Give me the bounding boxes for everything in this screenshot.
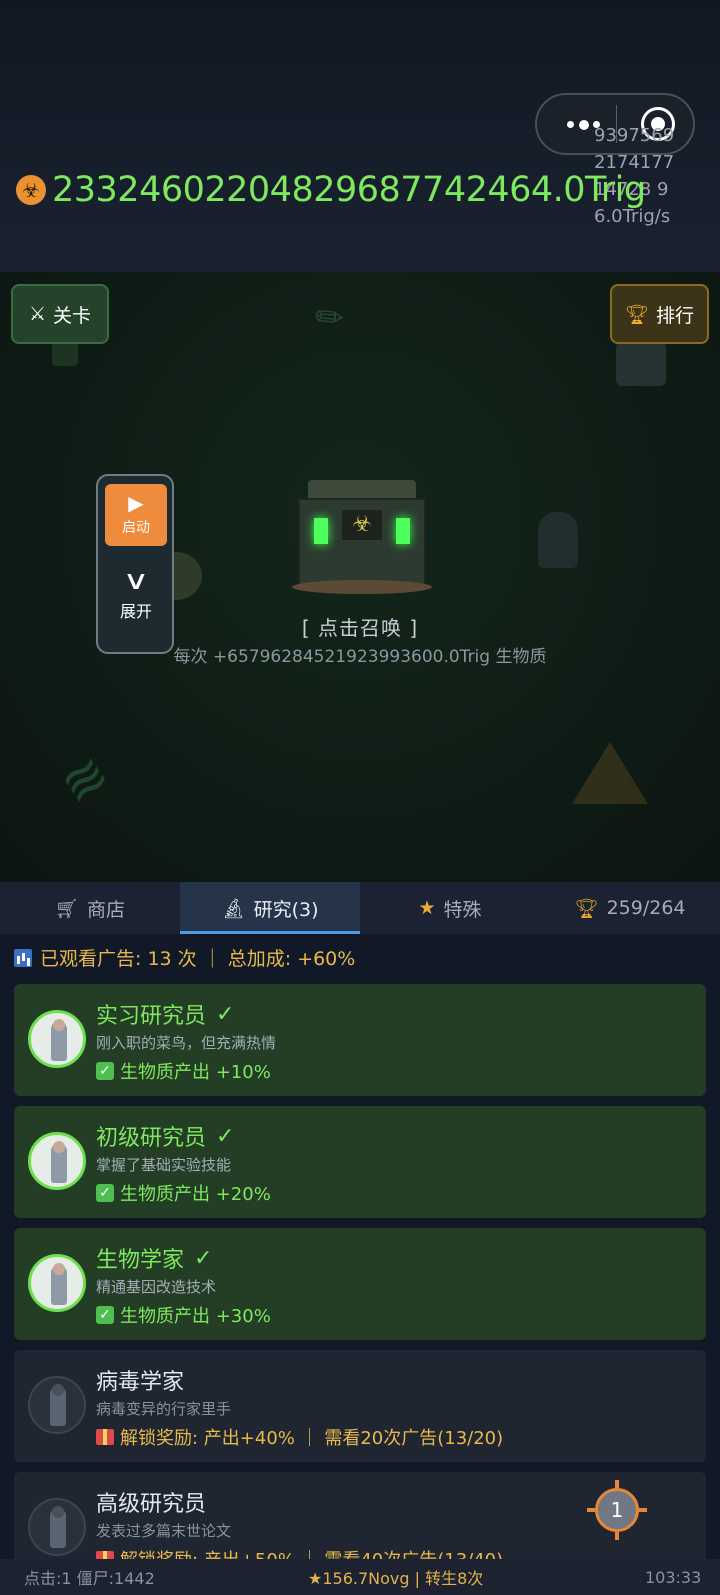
header: 9397569217417714728 96.0Trig/s ☣ 2332460… (0, 0, 720, 274)
card-bonus: ✓ 生物质产出 +20% (96, 1180, 271, 1206)
currency-row: ☣ 23324602204829687742464.0Trig (16, 168, 646, 212)
level-button[interactable]: ⚔ 关卡 (11, 284, 109, 344)
card-unlock-requirement: 解锁奖励: 产出+40% ｜ 需看20次广告(13/20) (96, 1424, 503, 1450)
card-title: 病毒学家 (96, 1370, 185, 1395)
card-bonus: ✓ 生物质产出 +30% (96, 1302, 271, 1328)
research-card[interactable]: 实习研究员 ✓ 刚入职的菜鸟，但充满热情 ✓ 生物质产出 +10% (14, 984, 706, 1096)
level-button-label: 关卡 (53, 304, 92, 327)
check-box-icon: ✓ (96, 1306, 114, 1324)
crosshair-tick (615, 1480, 619, 1488)
dna-icon: ≋ (48, 740, 122, 819)
researcher-avatar (28, 1498, 86, 1556)
checkmark-icon: ✓ (216, 1123, 235, 1149)
tab-shop[interactable]: 🛒︎ 商店 (0, 882, 180, 934)
card-title: 生物学家 ✓ (96, 1245, 213, 1274)
biohazard-sign-icon: ☣ (342, 510, 382, 540)
currency-value: 23324602204829687742464.0Trig (52, 170, 646, 210)
card-description: 掌握了基础实验技能 (96, 1156, 232, 1174)
tab-research[interactable]: 🔬︎ 研究(3) (180, 882, 360, 934)
crosshair-tick (587, 1508, 595, 1512)
lab-building[interactable]: ☣ (292, 480, 432, 594)
ad-summary-text: 已观看广告: 13 次 ｜ 总加成: +60% (40, 948, 356, 970)
researcher-avatar (28, 1376, 86, 1434)
biohazard-icon: ☣ (16, 175, 46, 205)
tab-bar: 🛒︎ 商店 🔬︎ 研究(3) ★ 特殊 🏆︎ 259/264 (0, 882, 720, 934)
crosshair-tick (639, 1508, 647, 1512)
bar-chart-icon (14, 948, 32, 967)
research-card[interactable]: 生物学家 ✓ 精通基因改造技术 ✓ 生物质产出 +30% (14, 1228, 706, 1340)
researcher-avatar (28, 1010, 86, 1068)
syringe-icon: ✎ (306, 293, 355, 343)
crossed-swords-icon: ⚔ (28, 303, 47, 325)
per-click-yield: 每次 +6579628452192399360​0.0Trig 生物质 (173, 647, 547, 667)
status-bar: 点击:1 僵尸:1442 ★156.7Novg | 转生8次 103:33 (0, 1559, 720, 1595)
card-title: 实习研究员 ✓ (96, 1001, 235, 1030)
star-rebirth-stats: ★156.7Novg | 转生8次 (308, 1569, 484, 1588)
research-list: 已观看广告: 13 次 ｜ 总加成: +60% 实习研究员 ✓ 刚入职的菜鸟，但充… (0, 934, 720, 1559)
play-icon: ▶ (128, 491, 144, 515)
mutant-icon (538, 512, 578, 568)
tab-special[interactable]: ★ 特殊 (360, 882, 540, 934)
tab-research-label: 研究(3) (253, 898, 319, 921)
card-description: 发表过多篇末世论文 (96, 1522, 232, 1540)
ranking-button-label: 排行 (656, 304, 695, 327)
gift-icon (96, 1429, 114, 1445)
robot-icon (616, 342, 666, 386)
card-description: 精通基因改造技术 (96, 1278, 217, 1296)
hazard-sign-icon (572, 742, 648, 804)
summon-prompt[interactable]: [ 点击召唤 ] (0, 612, 720, 641)
tab-achievements[interactable]: 🏆︎ 259/264 (540, 882, 720, 934)
gift-icon (96, 1551, 114, 1559)
check-box-icon: ✓ (96, 1184, 114, 1202)
card-title: 高级研究员 (96, 1492, 207, 1517)
research-card[interactable]: 初级研究员 ✓ 掌握了基础实验技能 ✓ 生物质产出 +20% (14, 1106, 706, 1218)
tab-achievements-label: 259/264 (606, 897, 686, 919)
start-button-label: 启动 (122, 520, 150, 536)
card-description: 病毒变异的行家里手 (96, 1400, 232, 1418)
trophy-icon: 🏆︎ (574, 897, 599, 920)
floating-counter-label: 1 (610, 1498, 624, 1522)
floating-counter-button[interactable]: 1 (595, 1488, 639, 1532)
card-bonus: ✓ 生物质产出 +10% (96, 1058, 271, 1084)
researcher-avatar (28, 1254, 86, 1312)
ranking-button[interactable]: 🏆︎ 排行 (610, 284, 709, 344)
researcher-avatar (28, 1132, 86, 1190)
game-area: ✎ ≋ ⚔ 关卡 🏆︎ 排行 ▶ 启动 ∨ 展开 ☣ [ 点击召唤 ] 每次 +… (0, 272, 720, 882)
trophy-icon: 🏆︎ (624, 303, 650, 326)
click-zombie-stats: 点击:1 僵尸:1442 (24, 1569, 155, 1588)
play-timer: 103:33 (645, 1567, 702, 1587)
checkmark-icon: ✓ (194, 1245, 213, 1271)
research-card-locked[interactable]: 病毒学家 病毒变异的行家里手 解锁奖励: 产出+40% ｜ 需看20次广告(13… (14, 1350, 706, 1462)
ad-summary: 已观看广告: 13 次 ｜ 总加成: +60% (14, 944, 355, 971)
card-title: 初级研究员 ✓ (96, 1123, 235, 1152)
cart-icon: 🛒︎ (54, 897, 80, 920)
chevron-down-icon: ∨ (122, 566, 150, 596)
tab-shop-label: 商店 (87, 898, 126, 921)
card-unlock-requirement: 解锁奖励: 产出+50% ｜ 需看40次广告(13/40) (96, 1546, 503, 1559)
tab-special-label: 特殊 (443, 898, 482, 921)
star-icon: ★ (418, 897, 436, 919)
checkmark-icon: ✓ (216, 1001, 235, 1027)
start-button[interactable]: ▶ 启动 (105, 484, 167, 546)
microscope-icon: 🔬︎ (221, 897, 246, 920)
check-box-icon: ✓ (96, 1062, 114, 1080)
crosshair-tick (615, 1532, 619, 1540)
card-description: 刚入职的菜鸟，但充满热情 (96, 1034, 277, 1052)
